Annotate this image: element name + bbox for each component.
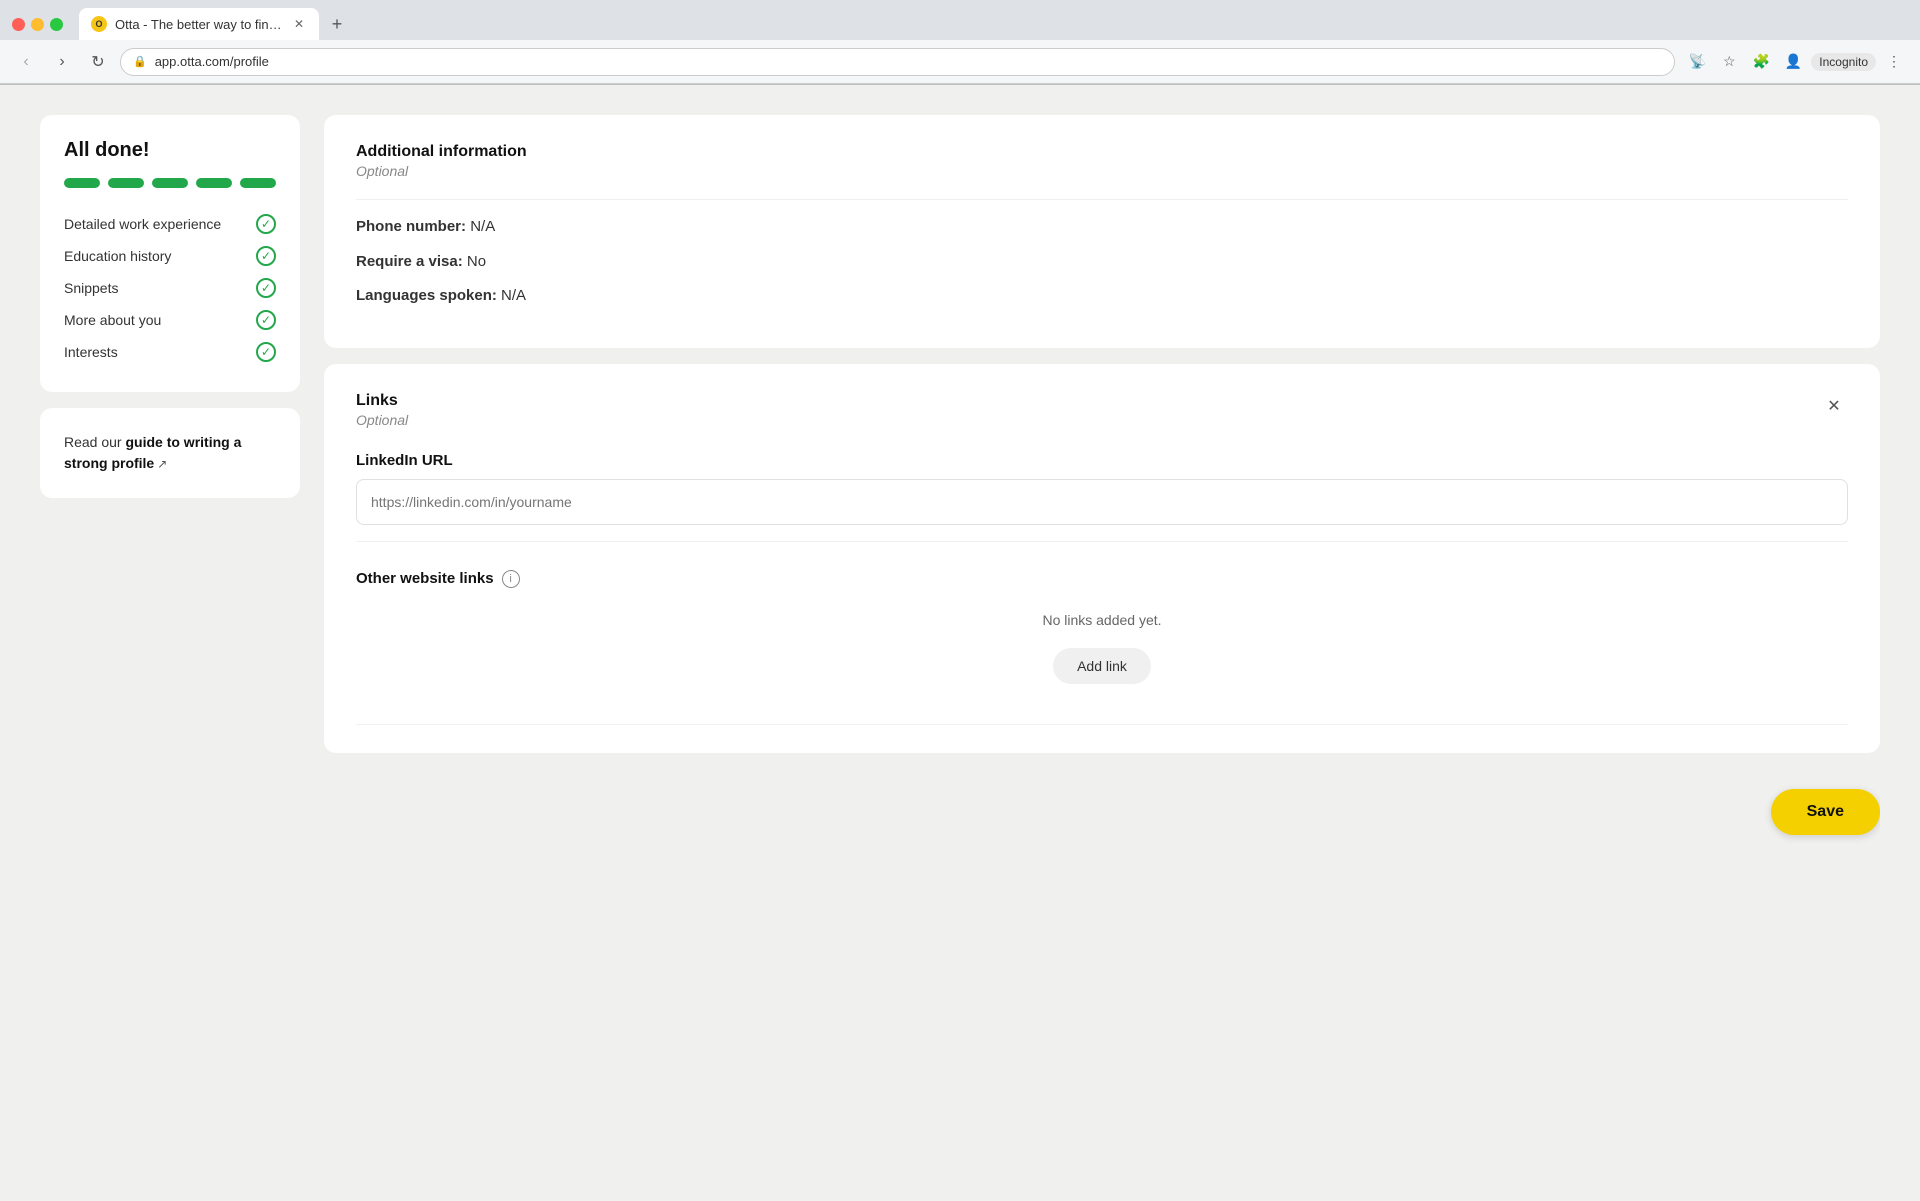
guide-prefix: Read our (64, 434, 125, 450)
check-education-icon: ✓ (256, 246, 276, 266)
window-close-button[interactable] (12, 18, 25, 31)
tab-title: Otta - The better way to find a (115, 17, 283, 32)
section-divider (356, 199, 1848, 200)
save-button[interactable]: Save (1771, 789, 1880, 835)
all-done-title: All done! (64, 139, 276, 162)
forward-button[interactable]: › (48, 48, 76, 76)
save-area: Save (324, 769, 1880, 855)
guide-card: Read our guide to writing a strong profi… (40, 408, 300, 498)
progress-bar-5 (240, 178, 276, 188)
reload-button[interactable]: ↻ (84, 48, 112, 76)
tab-favicon: O (91, 16, 107, 32)
cast-icon: 📡 (1683, 48, 1711, 76)
no-links-text: No links added yet. (356, 612, 1848, 628)
languages-label: Languages spoken: (356, 287, 497, 304)
progress-bar-2 (108, 178, 144, 188)
additional-info-subtitle: Optional (356, 163, 1848, 179)
additional-info-title: Additional information (356, 143, 1848, 161)
extension-icon[interactable]: 🧩 (1747, 48, 1775, 76)
other-links-info-button[interactable]: i (502, 570, 520, 588)
visa-label: Require a visa: (356, 253, 463, 270)
phone-label: Phone number: (356, 218, 466, 235)
all-done-card: All done! Detailed work experience ✓ Edu… (40, 115, 300, 392)
additional-info-card: Additional information Optional Phone nu… (324, 115, 1880, 348)
new-tab-button[interactable]: + (323, 10, 351, 38)
checklist-snippets-label: Snippets (64, 280, 118, 296)
other-links-label: Other website links (356, 570, 494, 587)
languages-row: Languages spoken: N/A (356, 285, 1848, 308)
bookmark-icon[interactable]: ☆ (1715, 48, 1743, 76)
check-work-icon: ✓ (256, 214, 276, 234)
links-card: Links Optional ✕ LinkedIn URL Other webs… (324, 364, 1880, 753)
external-link-icon: ↗ (157, 455, 167, 473)
checklist-item-snippets: Snippets ✓ (64, 272, 276, 304)
languages-value: N/A (501, 287, 526, 304)
checklist-work-label: Detailed work experience (64, 216, 221, 232)
active-tab[interactable]: O Otta - The better way to find a ✕ (79, 8, 319, 40)
check-snippets-icon: ✓ (256, 278, 276, 298)
check-interests-icon: ✓ (256, 342, 276, 362)
window-minimize-button[interactable] (31, 18, 44, 31)
back-button[interactable]: ‹ (12, 48, 40, 76)
visa-value: No (467, 253, 486, 270)
phone-row: Phone number: N/A (356, 216, 1848, 239)
checklist-item-education: Education history ✓ (64, 240, 276, 272)
visa-row: Require a visa: No (356, 251, 1848, 274)
checklist-item-interests: Interests ✓ (64, 336, 276, 368)
sidebar: All done! Detailed work experience ✓ Edu… (40, 115, 300, 1171)
window-maximize-button[interactable] (50, 18, 63, 31)
checklist-interests-label: Interests (64, 344, 118, 360)
links-close-button[interactable]: ✕ (1820, 392, 1848, 420)
links-title: Links (356, 392, 408, 410)
incognito-badge: Incognito (1811, 53, 1876, 71)
other-links-row: Other website links i (356, 570, 1848, 588)
checklist-education-label: Education history (64, 248, 171, 264)
links-title-group: Links Optional (356, 392, 408, 428)
bottom-divider (356, 724, 1848, 725)
links-subtitle: Optional (356, 412, 408, 428)
progress-bar-3 (152, 178, 188, 188)
url-text: app.otta.com/profile (155, 54, 269, 69)
linkedin-input[interactable] (356, 479, 1848, 525)
profile-icon[interactable]: 👤 (1779, 48, 1807, 76)
checklist-item-about: More about you ✓ (64, 304, 276, 336)
progress-bar-4 (196, 178, 232, 188)
phone-value: N/A (470, 218, 495, 235)
checklist-about-label: More about you (64, 312, 161, 328)
progress-bar-1 (64, 178, 100, 188)
add-link-button[interactable]: Add link (1053, 648, 1151, 684)
checklist-item-work: Detailed work experience ✓ (64, 208, 276, 240)
check-about-icon: ✓ (256, 310, 276, 330)
lock-icon: 🔒 (133, 55, 147, 68)
links-header: Links Optional ✕ (356, 392, 1848, 428)
links-divider (356, 541, 1848, 542)
linkedin-label: LinkedIn URL (356, 452, 1848, 469)
progress-bars (64, 178, 276, 188)
menu-button[interactable]: ⋮ (1880, 48, 1908, 76)
incognito-label: Incognito (1819, 55, 1868, 69)
tab-close-button[interactable]: ✕ (291, 16, 307, 32)
main-content: Additional information Optional Phone nu… (324, 115, 1880, 1171)
address-bar[interactable]: 🔒 app.otta.com/profile (120, 48, 1675, 76)
